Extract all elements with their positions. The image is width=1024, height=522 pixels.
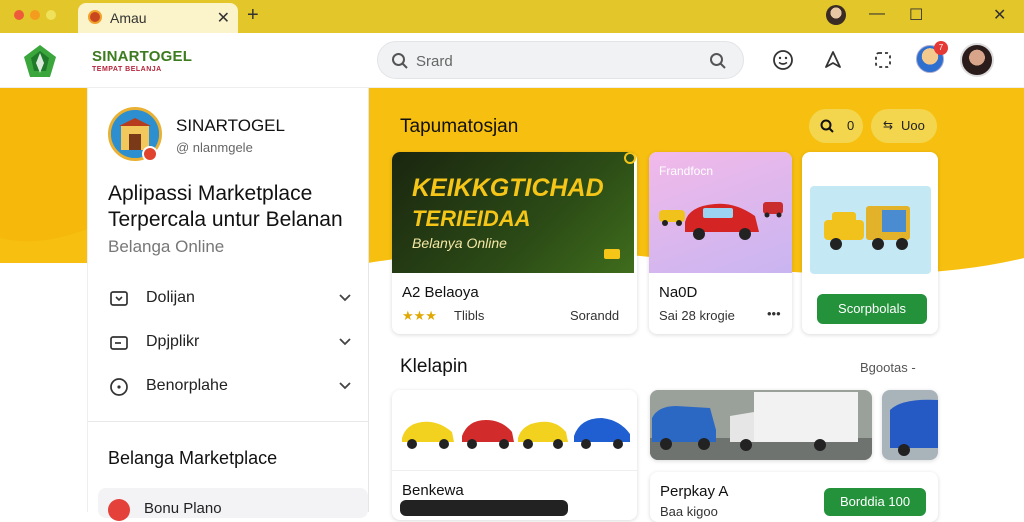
browser-tab[interactable]: Amau ✕ — [78, 3, 238, 33]
product-card-cars[interactable]: Frandfocn Na0D Sai 28 krogie ••• — [649, 152, 792, 334]
product-card-truck[interactable]: Scorpbolals — [802, 152, 938, 334]
promo-tag: Belanya Online — [412, 235, 507, 251]
notification-badge: 7 — [934, 41, 948, 55]
rating-stars: ★★★ — [402, 308, 437, 323]
sidebar-section-title: Belanga Marketplace — [108, 448, 278, 468]
tab-favicon-icon — [88, 10, 102, 24]
brand-logo-icon[interactable] — [22, 43, 58, 79]
primary-action-button[interactable]: Scorpbolals — [817, 294, 927, 324]
promo-headline: KEIKKGTICHAD — [412, 174, 604, 202]
sidebar-item-benorplahe[interactable]: Benorplahe — [108, 373, 353, 403]
sidebar-divider — [88, 421, 369, 422]
card-title: Perpkay A — [660, 483, 729, 500]
card-meta: Sorandd — [570, 308, 620, 323]
card-title: A2 Belaoya — [402, 284, 479, 301]
chevron-down-icon[interactable] — [337, 333, 353, 349]
apps-grid-icon[interactable] — [871, 48, 895, 72]
product-card-perpkay[interactable]: Perpkay A Baa kigoo Borddia 100 — [650, 472, 938, 522]
info-icon — [110, 378, 128, 396]
maximize-dot-icon[interactable] — [46, 10, 56, 20]
section-title: Klelapin — [400, 356, 468, 377]
sidebar-item-bottom[interactable]: Bonu Plano — [98, 488, 368, 521]
more-options-icon[interactable]: ••• — [767, 306, 781, 321]
product-image: Frandfocn — [649, 152, 792, 273]
car-lineup-icon — [402, 418, 630, 449]
sidebar: SINARTOGEL @ nlanmgele Aplipassi Marketp… — [87, 88, 369, 521]
verified-badge-icon — [142, 146, 158, 162]
card-meta: Sai 28 krogie — [659, 308, 735, 323]
promo-corner-badge — [604, 249, 620, 259]
search-bar[interactable]: Srard — [377, 41, 744, 79]
store-handle: @ nlanmgele — [176, 140, 253, 155]
sidebar-item-label: Bonu Plano — [144, 500, 222, 517]
sidebar-item-label: Benorplahe — [146, 377, 228, 394]
toy-truck-icon — [824, 206, 910, 250]
sort-icon: ⇆ — [883, 118, 894, 132]
promo-banner: KEIKKGTICHAD TERIEIDAA Belanya Online — [392, 152, 636, 273]
dark-action-bar[interactable] — [400, 500, 568, 516]
photo-card-blue-van[interactable] — [882, 390, 938, 460]
product-card-cars-row[interactable]: Benkewa — [392, 390, 637, 520]
product-label: Frandfocn — [659, 164, 714, 178]
smiley-icon[interactable] — [771, 48, 795, 72]
see-all-link[interactable]: Bgootas - — [860, 360, 916, 375]
sidebar-item-label: Dpjplikr — [146, 333, 200, 350]
app-header: SINARTOGEL TEMPAT BELANJA Srard 7 — [0, 33, 1024, 88]
sort-label: Uoo — [901, 118, 925, 133]
sidebar-item-dpjplikr[interactable]: Dpjplikr — [108, 329, 353, 359]
card-divider — [392, 470, 637, 471]
window-titlebar: Amau ✕ + — ☐ ✕ — [0, 0, 1024, 33]
product-card-promo[interactable]: KEIKKGTICHAD TERIEIDAA Belanya Online A2… — [392, 152, 637, 334]
promo-ring-icon — [624, 152, 636, 164]
sidebar-item-label: Dolijan — [146, 289, 195, 306]
card-title: Na0D — [659, 284, 698, 301]
close-dot-icon[interactable] — [14, 10, 24, 20]
card-title: Benkewa — [402, 482, 464, 499]
chevron-down-icon[interactable] — [337, 377, 353, 393]
card-icon — [110, 336, 128, 350]
page-title: Tapumatosjan — [400, 116, 519, 137]
filter-button[interactable]: 0 — [809, 109, 863, 143]
minimize-dot-icon[interactable] — [30, 10, 40, 20]
account-avatar[interactable] — [960, 43, 994, 77]
sidebar-item-dolijan[interactable]: Dolijan — [108, 285, 353, 315]
minimize-button[interactable]: — — [869, 5, 885, 23]
filter-label: 0 — [847, 118, 855, 133]
store-name: SINARTOGEL — [176, 116, 285, 135]
store-subtitle: Belanga Online — [108, 237, 225, 256]
search-icon — [392, 53, 408, 69]
store-tagline: Aplipassi Marketplace Terpercala untur B… — [108, 182, 343, 231]
blue-van-icon — [882, 390, 938, 460]
window-close-button[interactable]: ✕ — [993, 5, 1006, 25]
search-input[interactable]: Srard — [416, 53, 453, 70]
photo-card-van[interactable] — [650, 390, 872, 460]
chevron-down-icon[interactable] — [337, 289, 353, 305]
search-submit-icon[interactable] — [709, 52, 727, 70]
maximize-button[interactable]: ☐ — [909, 5, 923, 25]
flag-icon — [110, 291, 128, 306]
brand-subtitle: TEMPAT BELANJA — [92, 66, 162, 73]
toy-cars-icon — [659, 202, 783, 240]
promo-subheadline: TERIEIDAA — [412, 206, 531, 231]
rating-text: Tlibls — [454, 308, 485, 323]
search-small-icon — [820, 119, 834, 133]
van-photo-icon — [650, 390, 872, 460]
tab-title: Amau — [110, 10, 147, 26]
navigation-icon[interactable] — [821, 48, 845, 72]
tab-close-icon[interactable]: ✕ — [217, 8, 230, 28]
new-tab-button[interactable]: + — [247, 4, 259, 27]
bottom-item-icon — [108, 499, 130, 521]
brand-name: SINARTOGEL — [92, 48, 193, 65]
sort-button[interactable]: ⇆ Uoo — [871, 109, 937, 143]
product-image — [810, 186, 931, 274]
profile-avatar[interactable] — [826, 5, 846, 25]
